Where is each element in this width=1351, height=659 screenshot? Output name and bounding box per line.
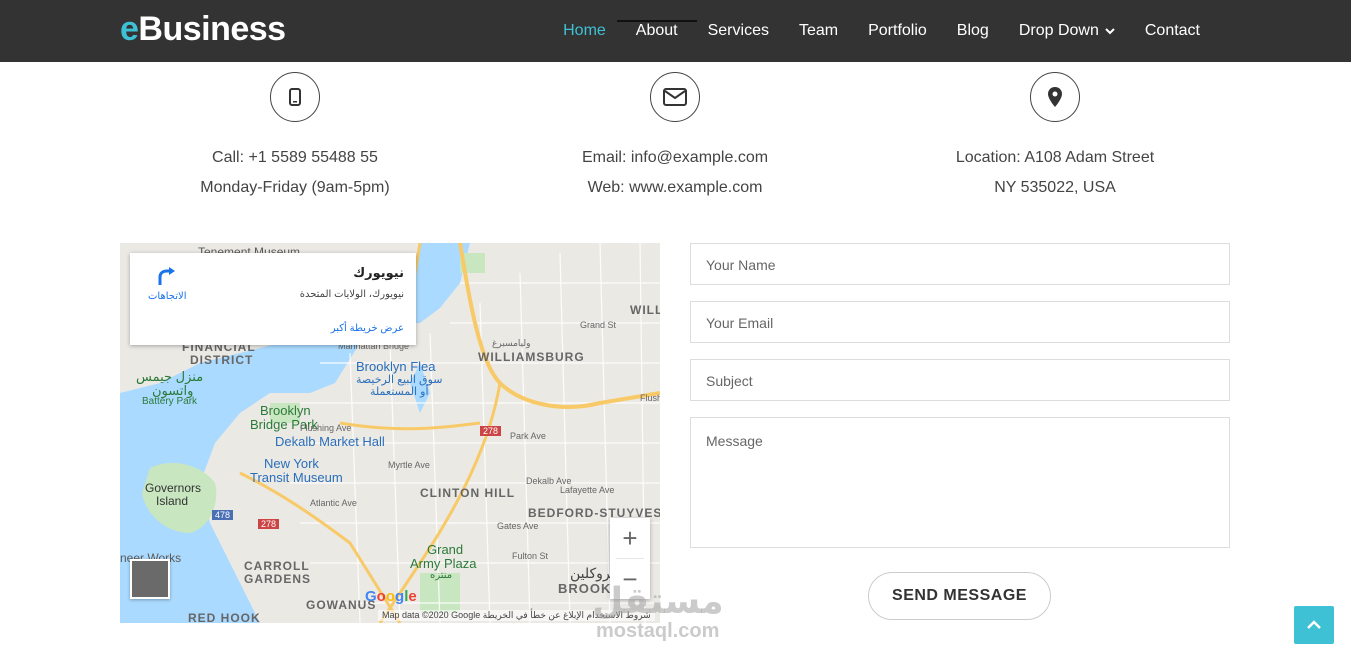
nav-item-dropdown[interactable]: Drop Down — [1004, 0, 1130, 62]
name-input[interactable]: Your Name — [690, 243, 1230, 285]
zip-text: NY 535022, USA — [994, 179, 1116, 196]
chevron-up-icon — [1307, 620, 1321, 629]
map-label-grand-army1: Grand — [427, 542, 464, 557]
map-label-carroll2: GARDENS — [244, 572, 312, 586]
nav-item-portfolio[interactable]: Portfolio — [853, 0, 942, 62]
contact-email: Email: info@example.com Web: www.example… — [495, 72, 855, 203]
map-label-flushing: Flushing Ave — [640, 393, 660, 403]
mobile-phone-icon — [270, 72, 320, 122]
brand-prefix: e — [120, 10, 139, 48]
nav-item-home[interactable]: Home — [548, 0, 621, 62]
email-input[interactable]: Your Email — [690, 301, 1230, 343]
back-to-top-button[interactable] — [1294, 606, 1334, 644]
nav-item-about[interactable]: About — [616, 0, 697, 62]
map-label-williamsburg: WILLIAMSBURG — [478, 350, 585, 364]
map-label-atlantic: Atlantic Ave — [310, 498, 357, 508]
map-label-grand-army2: Army Plaza — [410, 556, 477, 571]
map-label-myrtle: Myrtle Ave — [388, 460, 430, 470]
send-message-button[interactable]: SEND MESSAGE — [868, 572, 1051, 620]
watermark-latin: mostaql.com — [596, 620, 720, 642]
message-textarea[interactable]: Message — [690, 417, 1230, 548]
satellite-toggle[interactable] — [130, 559, 170, 599]
brand-rest: Business — [138, 10, 286, 48]
map-marker-icon — [1030, 72, 1080, 122]
zoom-in-button[interactable]: + — [610, 518, 650, 558]
nav-item-team[interactable]: Team — [784, 0, 853, 62]
main-nav: Home About Services Team Portfolio Blog … — [548, 0, 1215, 62]
web-text: Web: www.example.com — [587, 179, 763, 196]
map-shield-278b: 278 — [258, 519, 280, 529]
map-label-williamsburg-ar: وليامسبرغ — [492, 338, 531, 348]
map-label-lafayette: Lafayette Ave — [560, 485, 615, 495]
google-logo: Google — [365, 588, 417, 605]
map-label-ny-transit1: New York — [264, 456, 319, 471]
map-label-governors2: Island — [156, 494, 189, 508]
contact-location: Location: A108 Adam Street NY 535022, US… — [875, 72, 1235, 203]
map-label-battery: Battery Park — [142, 396, 198, 407]
map-label-brooklyn-flea: Brooklyn Flea — [356, 359, 436, 374]
nav-item-contact[interactable]: Contact — [1130, 0, 1215, 62]
email-text: Email: info@example.com — [581, 149, 769, 166]
nav-item-dropdown-label: Drop Down — [1018, 22, 1099, 39]
map-label-clinton-hill: CLINTON HILL — [420, 486, 516, 500]
subject-input[interactable]: Subject — [690, 359, 1230, 401]
nav-item-services[interactable]: Services — [693, 0, 784, 62]
navbar: eBusiness Home About Services Team Portf… — [0, 0, 1351, 62]
map-label-flea-ar2: أو المستعملة — [370, 386, 429, 398]
directions-icon[interactable] — [156, 265, 178, 292]
map-shield-478: 478 — [212, 510, 234, 520]
map-card-address: نيويورك، الولايات المتحدة — [299, 289, 404, 300]
map-label-grand-army-ar: منتزه — [430, 570, 453, 581]
brand-logo[interactable]: eBusiness — [120, 10, 286, 49]
google-map[interactable]: Tenement Museum FINANCIAL DISTRICT Manha… — [120, 243, 660, 623]
map-label-carroll1: CARROLL — [244, 559, 310, 573]
map-label-red-hook: RED HOOK — [188, 611, 261, 623]
map-label-fulton: Fulton St — [512, 551, 549, 561]
map-label-willi: WILLI — [630, 303, 660, 317]
map-card-title: نيويورك — [353, 265, 404, 280]
envelope-icon — [650, 72, 700, 122]
phone-text: Call: +1 5589 55488 55 — [212, 149, 378, 166]
map-label-bbp1: Brooklyn — [260, 403, 311, 418]
hours-text: Monday-Friday (9am-5pm) — [200, 179, 390, 196]
chevron-down-icon — [1105, 1, 1115, 63]
map-label-dekalb-hall: Dekalb Market Hall — [275, 434, 385, 449]
map-label-district: DISTRICT — [190, 353, 254, 367]
directions-label[interactable]: الاتجاهات — [148, 291, 187, 302]
map-label-park-ave: Park Ave — [510, 431, 546, 441]
map-label-ny-transit2: Transit Museum — [250, 470, 343, 485]
location-text: Location: A108 Adam Street — [955, 149, 1155, 166]
view-larger-map-link[interactable]: عرض خريطة أكبر — [331, 323, 404, 334]
nav-item-blog[interactable]: Blog — [942, 0, 1004, 62]
watermark-arabic: مستقل — [592, 580, 724, 621]
contact-phone: Call: +1 5589 55488 55 Monday-Friday (9a… — [115, 72, 475, 203]
map-label-gates: Gates Ave — [497, 521, 539, 531]
map-info-card: نيويورك نيويورك، الولايات المتحدة عرض خر… — [130, 253, 416, 345]
map-shield-278a: 278 — [480, 426, 502, 436]
map-label-grand-st: Grand St — [580, 320, 617, 330]
map-label-governors1: Governors — [145, 481, 202, 495]
map-label-flushing2: Flushing Ave — [300, 423, 352, 433]
